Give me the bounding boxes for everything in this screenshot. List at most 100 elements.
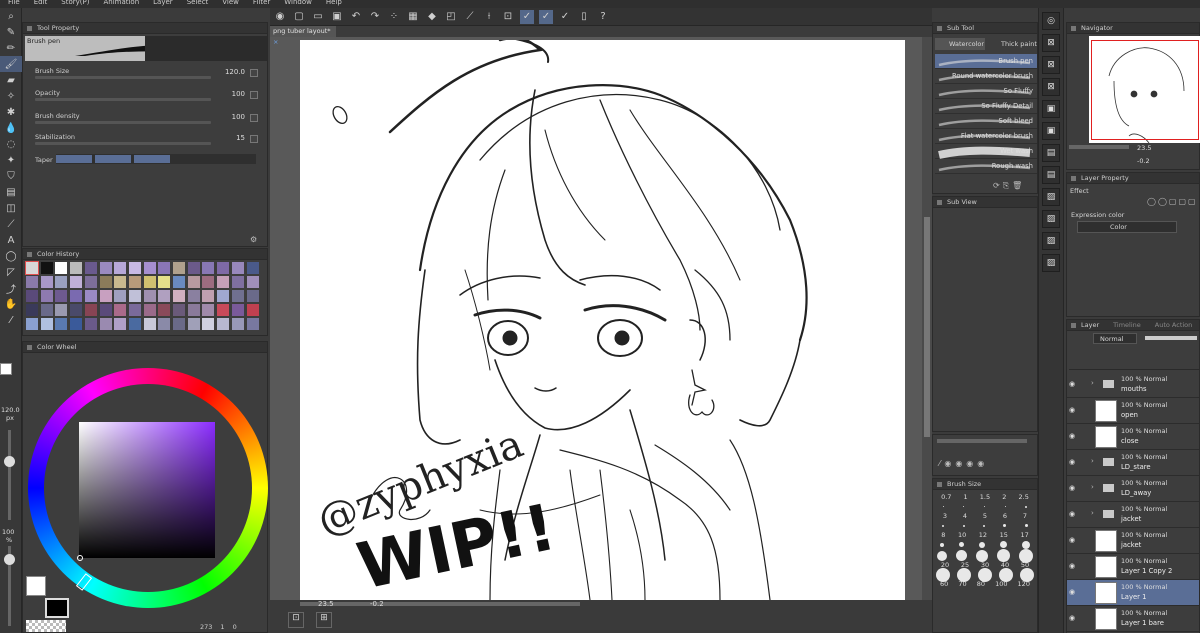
- color-swatch[interactable]: [187, 262, 200, 274]
- color-swatch[interactable]: [143, 318, 156, 330]
- clear-icon[interactable]: ⁘: [387, 10, 401, 24]
- tool-property-slider[interactable]: [35, 76, 211, 79]
- help-icon[interactable]: ?: [596, 10, 610, 24]
- color-swatch[interactable]: [25, 261, 39, 275]
- color-swatch[interactable]: [217, 276, 230, 288]
- tab-layer[interactable]: Layer: [1081, 320, 1099, 330]
- color-swatch[interactable]: [99, 262, 112, 274]
- color-swatch[interactable]: [99, 318, 112, 330]
- brush-size-option[interactable]: 100: [995, 580, 1007, 588]
- layer-row[interactable]: ◉ 100 % Normal Layer 1 bare: [1067, 606, 1199, 632]
- brush-size-dot[interactable]: [999, 541, 1007, 548]
- folder-arrow-icon[interactable]: ›: [1091, 483, 1094, 491]
- color-swatch[interactable]: [128, 262, 141, 274]
- figure-tool-icon[interactable]: ◫: [0, 200, 22, 216]
- navigator-preview[interactable]: [1089, 36, 1200, 144]
- brush-size-dot[interactable]: [1004, 506, 1006, 507]
- brush-size-dot[interactable]: [983, 506, 985, 507]
- brush-tool-icon[interactable]: 🖌: [0, 56, 22, 72]
- brush-size-dot[interactable]: [956, 550, 968, 561]
- new-icon[interactable]: ▢: [292, 10, 306, 24]
- color-swatch[interactable]: [26, 318, 38, 330]
- color-swatch[interactable]: [26, 304, 38, 316]
- zoom-readout[interactable]: 23.5: [318, 600, 334, 608]
- color-swatch[interactable]: [217, 290, 230, 302]
- balloon-tool-icon[interactable]: ◯: [0, 248, 22, 264]
- color-swatch[interactable]: [84, 262, 97, 274]
- color-swatch[interactable]: [70, 304, 83, 316]
- color-swatch[interactable]: [99, 290, 112, 302]
- color-swatch[interactable]: [128, 304, 141, 316]
- gradient-tool-icon[interactable]: ▤: [0, 184, 22, 200]
- brush-size-dot[interactable]: [1024, 524, 1028, 527]
- color-swatch[interactable]: [84, 304, 97, 316]
- magic-wand-tool-icon[interactable]: ✦: [0, 152, 22, 168]
- brush-size-dot[interactable]: [937, 550, 948, 561]
- navigator-zoom[interactable]: 23.5: [1137, 144, 1151, 152]
- color-swatch[interactable]: [158, 276, 171, 288]
- visibility-eye-icon[interactable]: ◉: [1069, 406, 1075, 414]
- brush-size-dot[interactable]: [1003, 524, 1007, 527]
- fill-tool-icon[interactable]: ⛉: [0, 168, 22, 184]
- sub-color-chip[interactable]: [45, 598, 69, 618]
- pen-tool-icon[interactable]: ✎: [0, 24, 22, 40]
- save-icon[interactable]: ▣: [330, 10, 344, 24]
- saturation-value-square[interactable]: [79, 422, 215, 558]
- layer-opacity-slider[interactable]: [1145, 336, 1197, 340]
- color-swatch[interactable]: [55, 262, 68, 274]
- brush-size-option[interactable]: 70: [958, 580, 966, 588]
- brush-size-dot[interactable]: [942, 524, 945, 527]
- color-swatch[interactable]: [173, 290, 185, 302]
- folder-arrow-icon[interactable]: ›: [1091, 379, 1094, 387]
- color-swatch[interactable]: [99, 304, 112, 316]
- color-swatch[interactable]: [246, 262, 259, 274]
- brush-size-dot[interactable]: [1021, 540, 1030, 549]
- brush-size-option[interactable]: 1: [964, 493, 968, 501]
- color-swatch[interactable]: [202, 276, 215, 288]
- brush-size-dot[interactable]: [959, 542, 965, 547]
- sub-tool-actions[interactable]: ⟳⎘🗑: [993, 181, 1025, 191]
- tool-property-value[interactable]: 120.0: [215, 68, 245, 76]
- snap-grid-icon[interactable]: ⊡: [501, 10, 515, 24]
- tool-property-spin[interactable]: [250, 135, 258, 143]
- tool-property-slider[interactable]: [35, 142, 211, 145]
- sub-tool-item[interactable]: Brush pen: [935, 54, 1037, 69]
- zoom-tool-icon[interactable]: ⌕: [0, 8, 22, 24]
- sub-tool-item[interactable]: Rough wash: [935, 159, 1037, 174]
- brush-size-option[interactable]: 4: [963, 512, 967, 520]
- device-icon[interactable]: ▯: [577, 10, 591, 24]
- color-swatch[interactable]: [217, 318, 230, 330]
- sub-tool-item[interactable]: Round watercolor brush: [935, 69, 1037, 84]
- brush-size-dot[interactable]: [942, 506, 944, 507]
- color-swatch[interactable]: [202, 304, 215, 316]
- layer-row[interactable]: ◉ › 100 % Normal mouths: [1067, 372, 1199, 398]
- layer-row[interactable]: ◉ 100 % Normal open: [1067, 398, 1199, 424]
- layer-row[interactable]: ◉ 100 % Normal Layer 1: [1067, 580, 1199, 606]
- brush-size-dot[interactable]: [1025, 505, 1028, 508]
- airbrush-tool-icon[interactable]: ✧: [0, 88, 22, 104]
- horizontal-scrollbar[interactable]: [300, 602, 580, 606]
- color-swatch[interactable]: [84, 290, 97, 302]
- transparent-color-chip[interactable]: [26, 620, 66, 632]
- text-tool-icon[interactable]: A: [0, 232, 22, 248]
- color-swatch[interactable]: [231, 262, 244, 274]
- snap-special-ruler-icon[interactable]: ⟊: [482, 10, 496, 24]
- decoration-tool-icon[interactable]: ✱: [0, 104, 22, 120]
- color-swatch[interactable]: [217, 304, 230, 316]
- color-swatch[interactable]: [231, 304, 244, 316]
- tool-settings-icon[interactable]: ⚙: [250, 235, 257, 244]
- color-swatch[interactable]: [187, 318, 200, 330]
- color-swatch[interactable]: [246, 318, 259, 330]
- brush-size-option[interactable]: 80: [977, 580, 985, 588]
- color-swatch[interactable]: [55, 276, 68, 288]
- camera-icon[interactable]: ◎: [1042, 12, 1060, 30]
- tab-timeline[interactable]: Timeline: [1113, 320, 1141, 330]
- tab-thick-paint[interactable]: Thick paint: [987, 38, 1039, 50]
- brush-size-option[interactable]: 60: [940, 580, 948, 588]
- main-color-chip[interactable]: [0, 363, 12, 375]
- tool-property-spin[interactable]: [250, 114, 258, 122]
- visibility-eye-icon[interactable]: ◉: [1069, 614, 1075, 622]
- blend-tool-icon[interactable]: 💧: [0, 120, 22, 136]
- eraser-tool-icon[interactable]: ▰: [0, 72, 22, 88]
- brush-size-dot[interactable]: [975, 549, 988, 562]
